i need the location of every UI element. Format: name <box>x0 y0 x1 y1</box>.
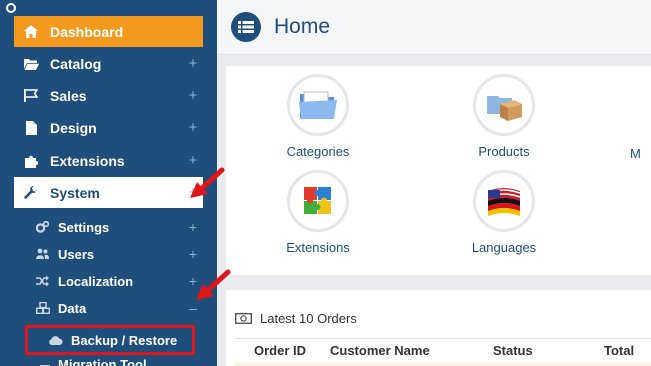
shortcut-label: Extensions <box>286 240 350 255</box>
flag-icon <box>473 170 535 232</box>
sidebar-item-system[interactable]: System + <box>14 177 203 208</box>
sidebar: Dashboard Catalog + Sales + Design + Ext… <box>0 0 217 366</box>
puzzle-icon <box>22 154 40 168</box>
shortcut-label: Languages <box>471 240 537 255</box>
wrench-icon <box>22 185 40 200</box>
annotation-arrow-icon <box>190 167 225 198</box>
cubes-icon <box>36 302 50 314</box>
sidebar-subitem-label: Backup / Restore <box>71 332 178 348</box>
table-row[interactable] <box>235 362 651 366</box>
ring-icon <box>6 3 16 13</box>
sidebar-item-sales[interactable]: Sales + <box>14 80 203 111</box>
sidebar-subitem-data[interactable]: Data – <box>36 296 203 320</box>
puzzle-icon <box>287 170 349 232</box>
shortcut-extensions[interactable]: Extensions <box>248 170 388 255</box>
sidebar-subitem-users[interactable]: Users + <box>36 242 203 266</box>
sidebar-subitem-label: Users <box>58 246 95 262</box>
box-icon <box>473 74 535 136</box>
folder-icon <box>22 58 40 70</box>
cloud-icon <box>48 335 63 346</box>
shortcut-label: Products <box>478 144 530 159</box>
expand-icon[interactable]: + <box>183 87 203 104</box>
shortcut-label: M <box>630 146 641 161</box>
sidebar-item-label: System <box>50 184 100 201</box>
cogs-icon <box>36 221 50 233</box>
sidebar-subitem-settings[interactable]: Settings + <box>36 215 203 239</box>
shortcut-categories[interactable]: Categories <box>248 74 388 159</box>
column-header[interactable]: Customer Name <box>330 343 430 358</box>
sidebar-subitem-localization[interactable]: Localization + <box>36 269 203 293</box>
shortcut-label: Categories <box>286 144 350 159</box>
folder-icon <box>287 74 349 136</box>
expand-icon[interactable]: + <box>183 119 203 136</box>
users-icon <box>36 248 50 260</box>
column-header[interactable]: Status <box>493 343 533 358</box>
orders-table-header: Order ID Customer Name Status Total <box>235 338 651 362</box>
expand-icon[interactable]: + <box>183 246 203 262</box>
document-icon <box>22 120 40 135</box>
orders-title: Latest 10 Orders <box>260 311 357 326</box>
annotation-arrow-icon <box>196 269 231 300</box>
sidebar-subitem-migration-tool[interactable]: Migration Tool <box>36 357 147 366</box>
sidebar-item-design[interactable]: Design + <box>14 112 203 143</box>
random-icon <box>36 275 50 287</box>
page-title: Home <box>274 15 331 38</box>
sidebar-subitem-backup-restore[interactable]: Backup / Restore <box>25 325 195 355</box>
shortcut-partial[interactable]: M <box>630 146 651 161</box>
sidebar-subitem-label: Localization <box>58 273 134 289</box>
sidebar-item-label: Extensions <box>50 152 125 169</box>
money-icon <box>235 313 252 324</box>
shortcut-products[interactable]: Products <box>434 74 574 159</box>
list-icon[interactable] <box>231 12 261 42</box>
sidebar-item-label: Dashboard <box>50 23 124 40</box>
shortcut-languages[interactable]: Languages <box>434 170 574 255</box>
shortcuts-panel: Categories Products M Extensions Languag… <box>226 66 651 275</box>
sidebar-subitem-label: Settings <box>58 219 110 235</box>
sidebar-item-catalog[interactable]: Catalog + <box>14 48 203 79</box>
sidebar-item-label: Sales <box>50 87 87 104</box>
sidebar-subitem-label: Migration Tool <box>58 357 147 366</box>
sidebar-item-dashboard[interactable]: Dashboard <box>14 16 203 47</box>
sidebar-item-label: Design <box>50 119 97 136</box>
column-header[interactable]: Order ID <box>254 343 306 358</box>
expand-icon[interactable]: + <box>183 55 203 72</box>
sidebar-subitem-label: Data <box>58 300 87 316</box>
sidebar-item-extensions[interactable]: Extensions + <box>14 145 203 176</box>
home-icon <box>22 25 40 38</box>
bullet-icon <box>36 357 58 366</box>
column-header[interactable]: Total <box>604 343 634 358</box>
latest-orders-panel: Latest 10 Orders Order ID Customer Name … <box>226 290 651 366</box>
sidebar-item-label: Catalog <box>50 55 102 72</box>
orders-heading: Latest 10 Orders <box>235 311 357 326</box>
page-header: Home <box>217 0 651 55</box>
expand-icon[interactable]: + <box>183 219 203 235</box>
flag-icon <box>22 89 40 102</box>
